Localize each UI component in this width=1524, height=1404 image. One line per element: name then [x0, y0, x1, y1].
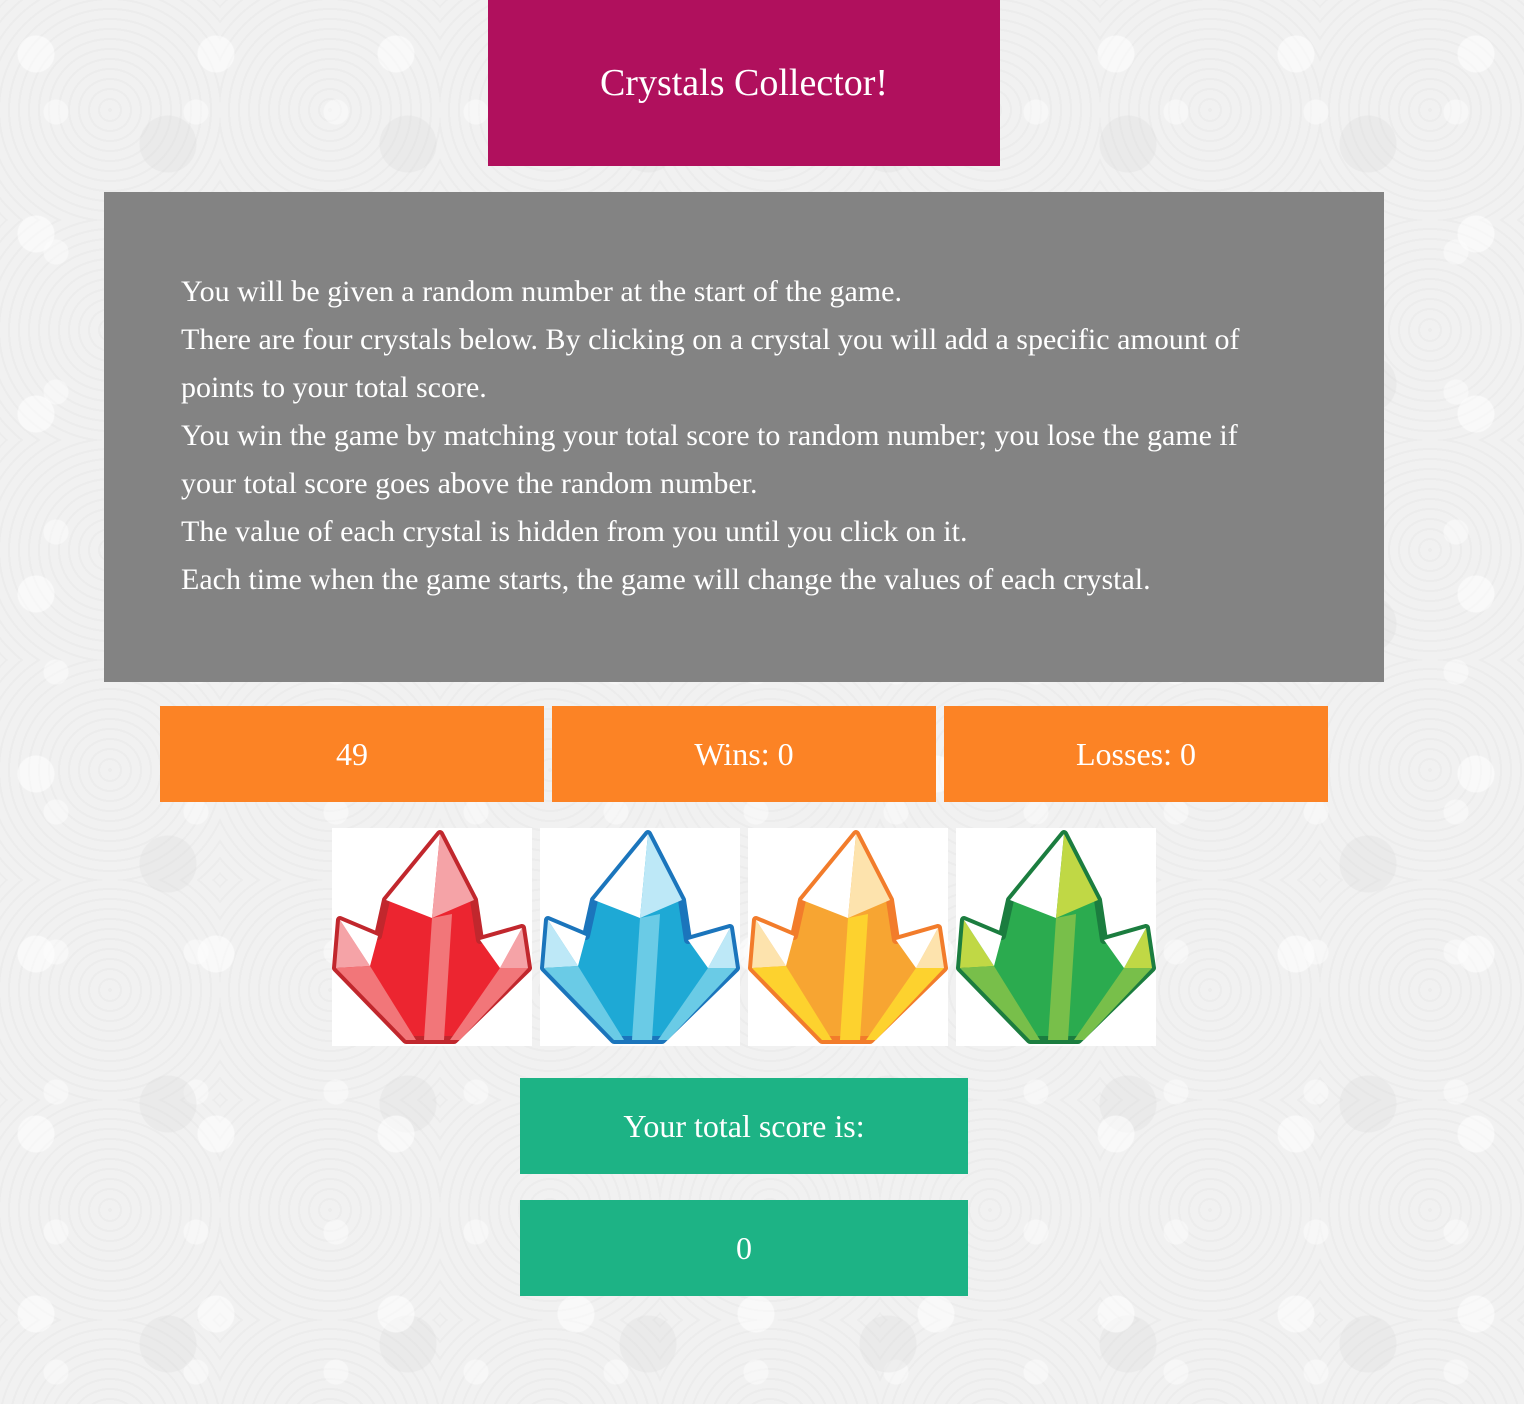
orange-crystal-button[interactable] — [748, 828, 948, 1046]
losses-counter: Losses: 0 — [944, 706, 1328, 802]
blue-crystal-icon — [540, 830, 740, 1044]
red-crystal-icon — [332, 830, 532, 1044]
wins-counter: Wins: 0 — [552, 706, 936, 802]
blue-crystal-button[interactable] — [540, 828, 740, 1046]
instruction-line: You will be given a random number at the… — [181, 275, 902, 308]
instructions-panel: You will be given a random number at the… — [104, 192, 1384, 682]
red-crystal-button[interactable] — [332, 828, 532, 1046]
total-score: 0 — [520, 1200, 968, 1296]
stats-row: 49 Wins: 0 Losses: 0 — [160, 706, 1328, 802]
instruction-line: There are four crystals below. By clicki… — [181, 323, 1240, 404]
score-label: Your total score is: — [520, 1078, 968, 1174]
green-crystal-icon — [956, 830, 1156, 1044]
instruction-line: The value of each crystal is hidden from… — [181, 515, 968, 548]
instruction-line: Each time when the game starts, the game… — [181, 563, 1151, 596]
green-crystal-button[interactable] — [956, 828, 1156, 1046]
crystal-buttons — [332, 828, 1156, 1046]
target-number: 49 — [160, 706, 544, 802]
instruction-line: You win the game by matching your total … — [181, 419, 1238, 500]
page-title: Crystals Collector! — [599, 62, 889, 104]
orange-crystal-icon — [748, 830, 948, 1044]
title-banner: Crystals Collector! — [488, 0, 1000, 166]
